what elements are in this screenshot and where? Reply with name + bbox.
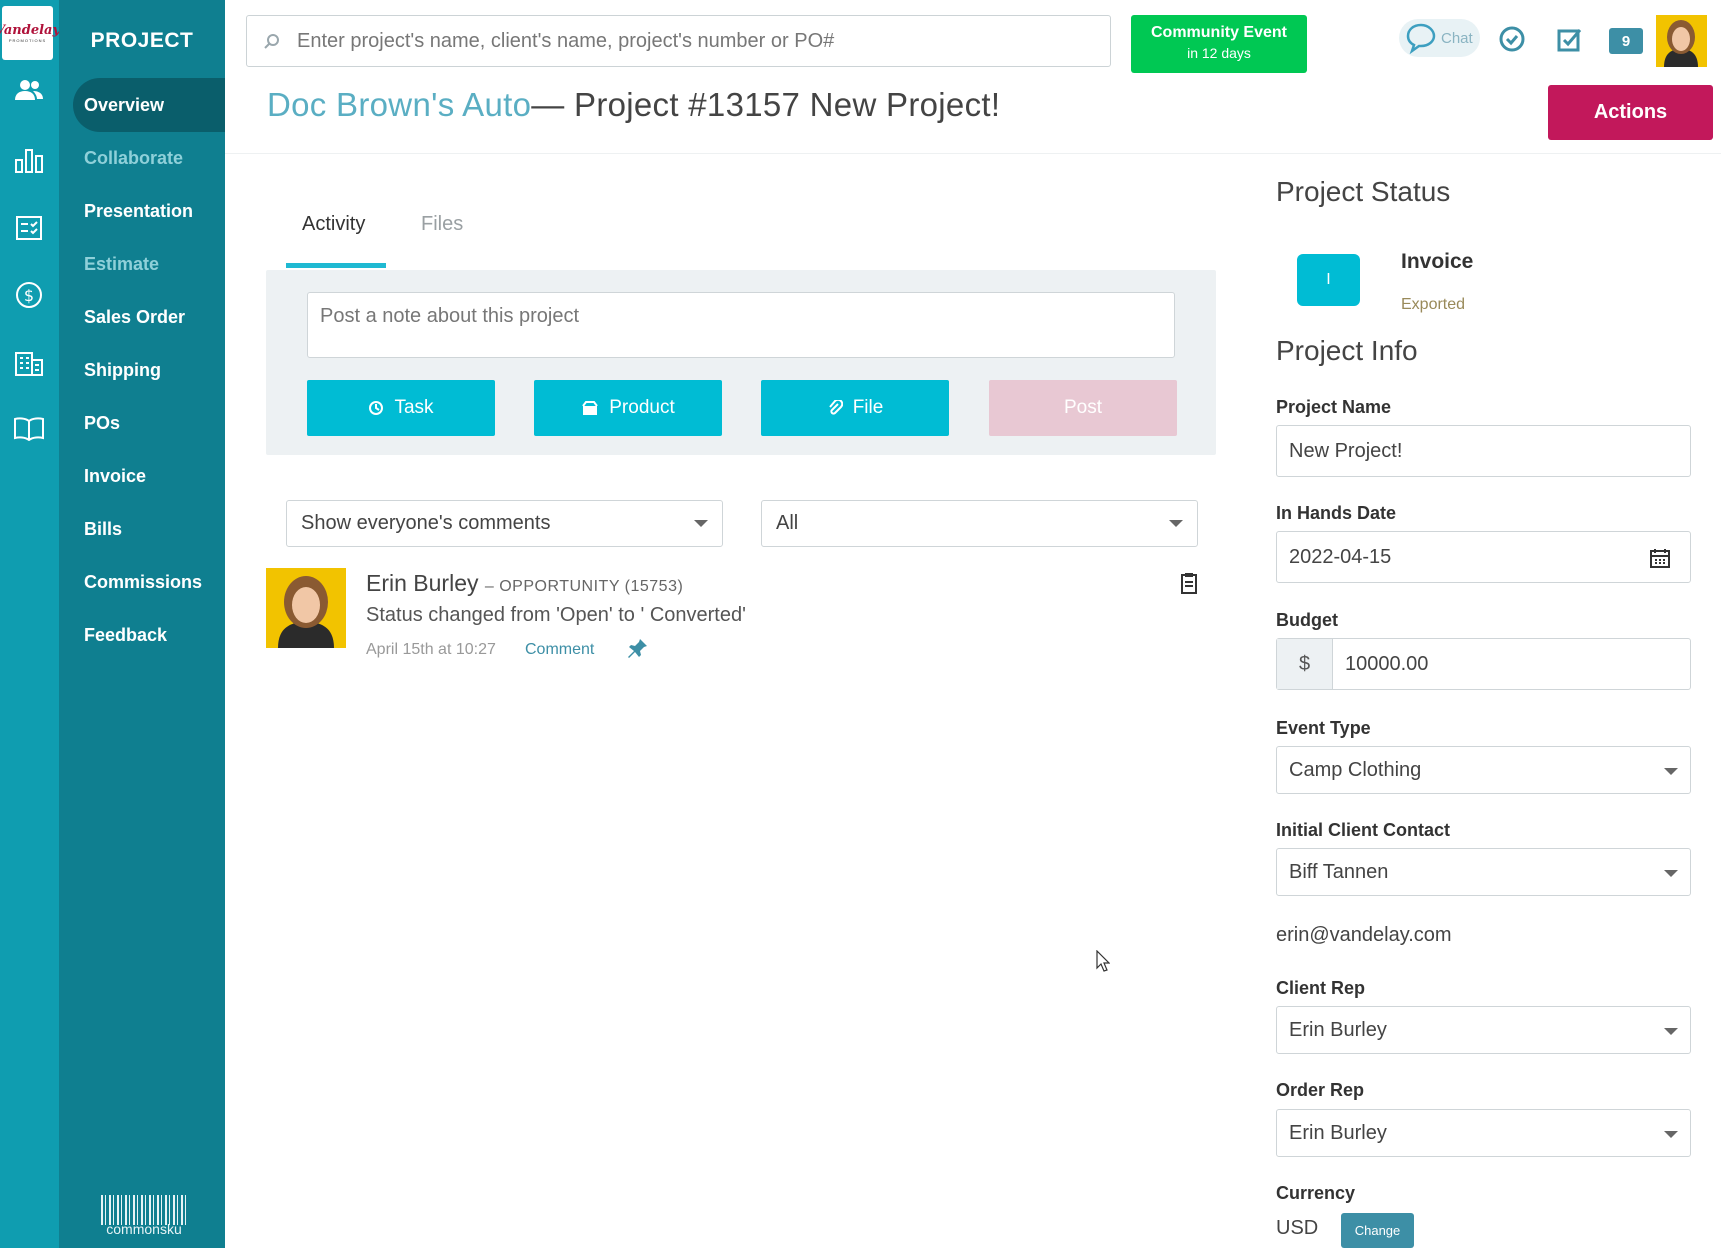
page-title: Doc Brown's Auto— Project #13157 New Pro… <box>267 86 1000 124</box>
in-hands-date-field[interactable]: 2022-04-15 <box>1276 531 1691 583</box>
user-avatar[interactable] <box>1656 15 1707 67</box>
header-divider <box>225 153 1721 154</box>
dollar-icon[interactable]: $ <box>10 276 48 314</box>
checklist-icon[interactable] <box>10 209 48 247</box>
nav-item-overview[interactable]: Overview <box>73 78 225 132</box>
bar-chart-icon[interactable] <box>10 141 48 179</box>
feed-timestamp: April 15th at 10:27 <box>366 641 496 658</box>
status-title: Invoice <box>1401 250 1474 273</box>
search-input[interactable] <box>297 29 1097 53</box>
pin-icon[interactable] <box>627 637 649 664</box>
status-badge[interactable]: I <box>1297 254 1360 306</box>
nav-item-presentation[interactable]: Presentation <box>73 184 225 238</box>
order-rep-label: Order Rep <box>1276 1080 1365 1100</box>
chat-bubble-icon <box>1406 23 1436 54</box>
box-icon <box>582 401 599 415</box>
paperclip-icon <box>828 400 843 415</box>
feed-avatar <box>266 568 346 648</box>
tab-files[interactable]: Files <box>421 213 463 236</box>
client-rep-select[interactable]: Erin Burley <box>1276 1006 1691 1054</box>
check-circle-icon[interactable] <box>1495 22 1529 56</box>
clipboard-icon[interactable] <box>1180 572 1198 599</box>
chevron-down-icon <box>1664 870 1678 877</box>
project-info-heading: Project Info <box>1276 335 1418 366</box>
clock-icon <box>369 401 384 415</box>
nav-item-bills[interactable]: Bills <box>73 502 225 556</box>
community-event-button[interactable]: Community Event in 12 days <box>1131 15 1307 73</box>
nav-item-invoice[interactable]: Invoice <box>73 449 225 503</box>
contact-email: erin@vandelay.com <box>1276 924 1452 946</box>
budget-field[interactable]: $ 10000.00 <box>1276 638 1691 690</box>
commonsku-logo: commonsku <box>99 1195 189 1237</box>
note-textarea[interactable]: Post a note about this project <box>307 292 1175 358</box>
mouse-cursor-icon <box>1096 949 1111 977</box>
project-name-field[interactable]: New Project! <box>1276 425 1691 477</box>
status-sub: Exported <box>1401 296 1466 313</box>
nav-title: PROJECT <box>90 29 194 52</box>
event-type-label: Event Type <box>1276 718 1371 738</box>
currency-prefix: $ <box>1277 639 1333 689</box>
project-title: — Project #13157 New Project! <box>531 86 1001 123</box>
active-tab-indicator <box>286 263 386 268</box>
building-icon[interactable] <box>10 344 48 382</box>
feed-author[interactable]: Erin Burley <box>366 570 478 596</box>
type-filter-select[interactable]: All <box>761 500 1198 547</box>
budget-label: Budget <box>1276 610 1338 630</box>
actions-button[interactable]: Actions <box>1548 85 1713 140</box>
people-icon[interactable] <box>10 71 48 109</box>
initial-contact-select[interactable]: Biff Tannen <box>1276 848 1691 896</box>
chevron-down-icon <box>694 520 708 527</box>
nav-item-sales-order[interactable]: Sales Order <box>73 290 225 344</box>
task-list-icon[interactable] <box>1553 22 1587 56</box>
nav-item-shipping[interactable]: Shipping <box>73 343 225 397</box>
book-icon[interactable] <box>10 410 48 448</box>
project-name-label: Project Name <box>1276 397 1392 417</box>
currency-label: Currency <box>1276 1183 1356 1203</box>
company-logo[interactable]: Vandelay PROMOTIONS <box>0 6 60 60</box>
project-nav: PROJECT Overview Collaborate Presentatio… <box>59 0 225 1248</box>
in-hands-date-label: In Hands Date <box>1276 503 1397 523</box>
nav-item-collaborate[interactable]: Collaborate <box>73 131 225 185</box>
change-currency-button[interactable]: Change <box>1341 1213 1414 1248</box>
nav-item-estimate[interactable]: Estimate <box>73 237 225 291</box>
nav-item-commissions[interactable]: Commissions <box>73 555 225 609</box>
search-icon <box>247 32 297 50</box>
notification-badge[interactable]: 9 <box>1609 28 1643 54</box>
chevron-down-icon <box>1664 1131 1678 1138</box>
product-button[interactable]: Product <box>534 380 722 436</box>
file-button[interactable]: File <box>761 380 949 436</box>
project-status-heading: Project Status <box>1276 176 1451 207</box>
chevron-down-icon <box>1664 1028 1678 1035</box>
nav-item-pos[interactable]: POs <box>73 396 225 450</box>
event-type-select[interactable]: Camp Clothing <box>1276 746 1691 794</box>
feed-context: – OPPORTUNITY (15753) <box>484 578 684 595</box>
chevron-down-icon <box>1664 768 1678 775</box>
svg-text:$: $ <box>24 286 34 305</box>
chevron-down-icon <box>1169 520 1183 527</box>
app: Vandelay PROMOTIONS $ PROJECT Overview C… <box>0 0 1721 1248</box>
comments-filter-select[interactable]: Show everyone's comments <box>286 500 723 547</box>
chat-button[interactable]: Chat <box>1399 19 1480 57</box>
client-rep-label: Client Rep <box>1276 978 1366 998</box>
client-link[interactable]: Doc Brown's Auto <box>267 86 531 123</box>
note-composer: Post a note about this project Task Prod… <box>266 270 1216 455</box>
nav-item-feedback[interactable]: Feedback <box>73 608 225 662</box>
task-button[interactable]: Task <box>307 380 495 436</box>
calendar-icon[interactable] <box>1650 548 1670 574</box>
feed-header: Erin Burley – OPPORTUNITY (15753) <box>366 570 683 597</box>
post-button[interactable]: Post <box>989 380 1177 436</box>
icon-rail: Vandelay PROMOTIONS $ <box>0 0 60 1248</box>
comment-link[interactable]: Comment <box>525 641 594 659</box>
feed-text: Status changed from 'Open' to ' Converte… <box>366 604 746 626</box>
currency-value: USD <box>1276 1217 1319 1239</box>
order-rep-select[interactable]: Erin Burley <box>1276 1109 1691 1157</box>
initial-contact-label: Initial Client Contact <box>1276 820 1451 840</box>
global-search[interactable] <box>246 15 1111 67</box>
tab-activity[interactable]: Activity <box>302 213 365 236</box>
